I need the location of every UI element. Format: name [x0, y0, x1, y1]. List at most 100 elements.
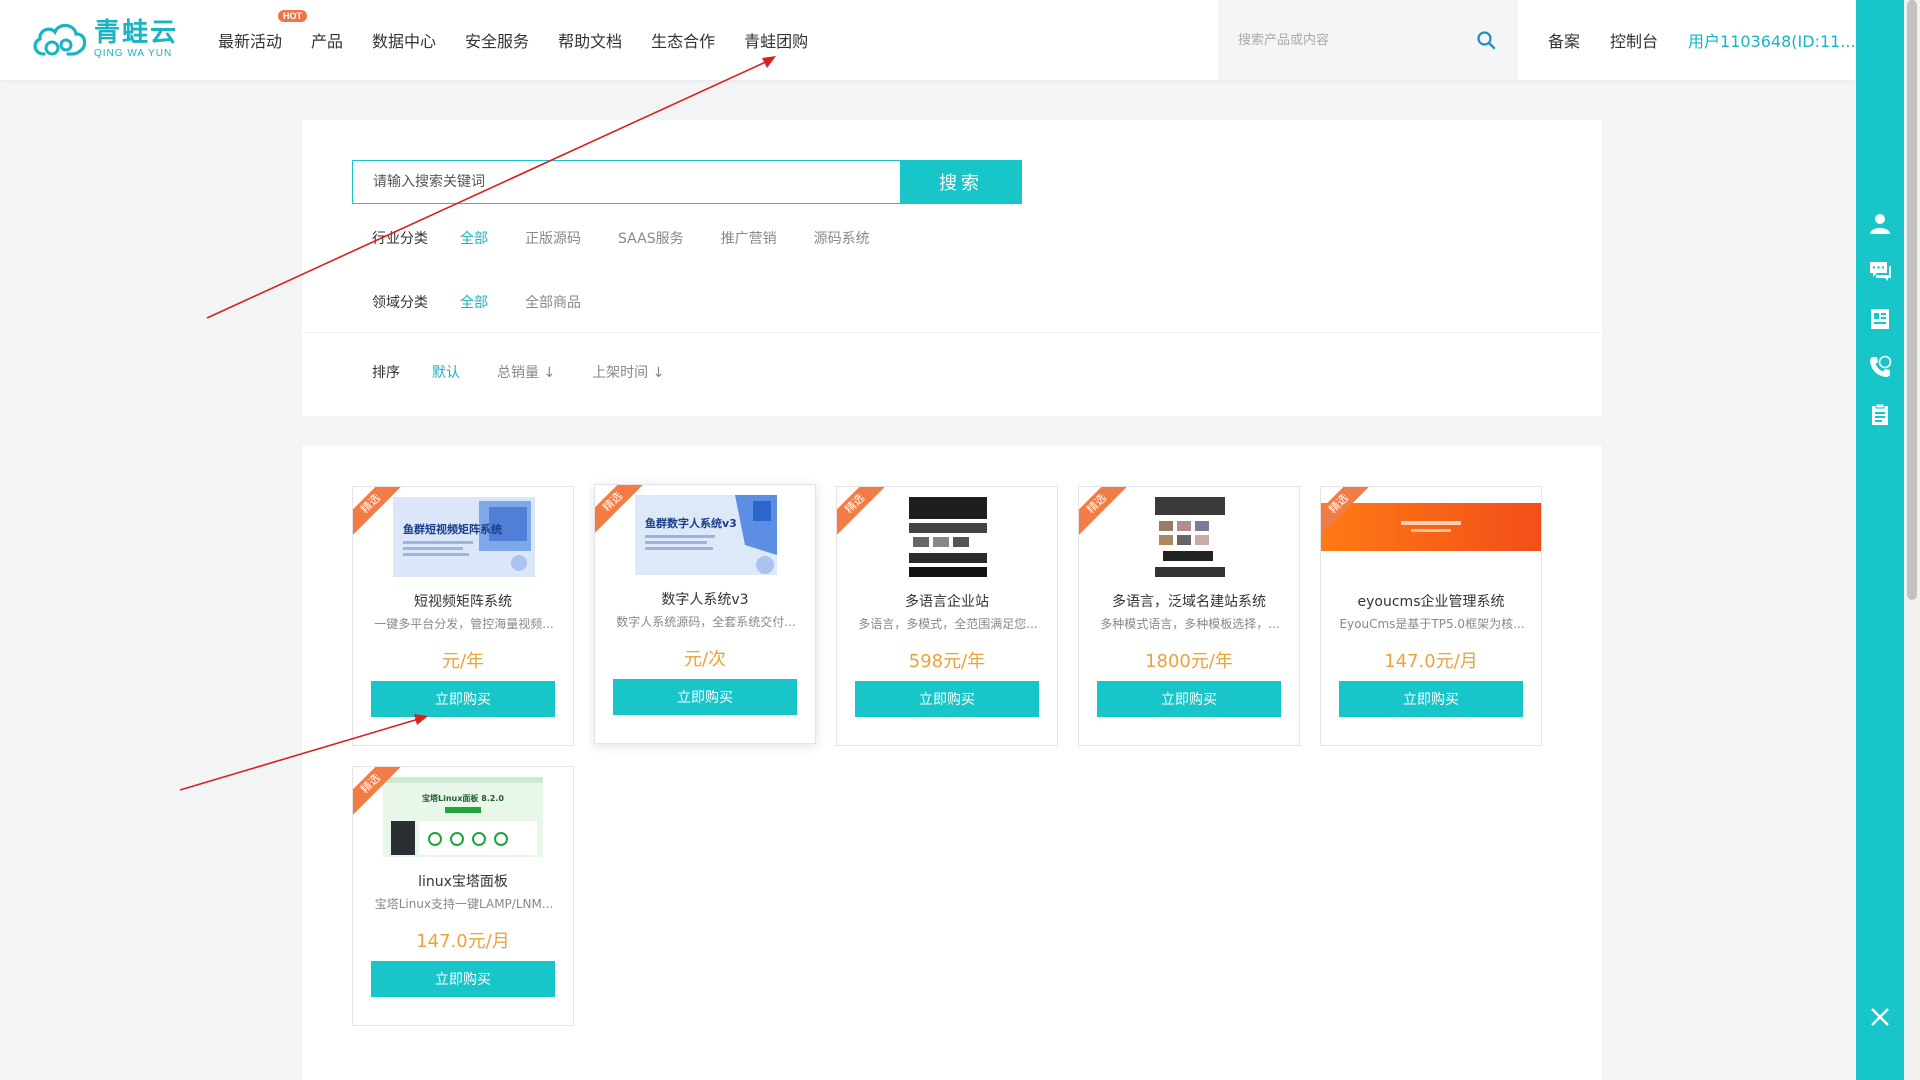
industry-filter-label: 行业分类	[372, 231, 428, 247]
product-title[interactable]: 数字人系统v3	[595, 589, 815, 609]
product-description: 多语言，多模式，全范围满足您...	[858, 617, 1038, 631]
thumbnail-title: 鱼群数字人系统v3	[645, 516, 737, 530]
domain-filter-label: 领域分类	[372, 295, 428, 311]
sort-label: 排序	[372, 365, 400, 381]
cloud-logo-icon	[33, 23, 87, 56]
user-account-link[interactable]: 用户1103648(ID:11...	[1688, 28, 1856, 52]
industry-option-marketing[interactable]: 推广营销	[721, 228, 777, 248]
product-image	[909, 497, 987, 577]
industry-option-saas[interactable]: SAAS服务	[618, 228, 684, 248]
logo-text: 青蛙云	[94, 18, 179, 48]
domain-option-all[interactable]: 全部	[460, 292, 488, 312]
product-thumbnail: 宝塔Linux面板 8.2.0	[383, 777, 543, 857]
close-icon[interactable]	[1868, 1005, 1892, 1029]
product-price: 147.0元/月	[1384, 651, 1478, 672]
top-search-input[interactable]	[1238, 27, 1468, 53]
industry-option-licensed-source[interactable]: 正版源码	[525, 228, 581, 248]
search-icon[interactable]	[1476, 30, 1496, 50]
product-image: 鱼群数字人系统v3	[635, 495, 777, 575]
product-price: 598元/年	[908, 651, 986, 672]
product-image	[1155, 497, 1225, 577]
industry-filter-row: 行业分类 全部 正版源码 SAAS服务 推广营销 源码系统	[372, 228, 907, 248]
nav-latest-activities[interactable]: 最新活动 HOT	[218, 10, 307, 52]
keyword-search-input[interactable]	[353, 161, 900, 203]
sort-option-default[interactable]: 默认	[432, 362, 460, 382]
nav-products[interactable]: 产品	[311, 28, 343, 52]
user-icon[interactable]	[1868, 211, 1892, 235]
product-price: 元/年	[441, 651, 485, 672]
nav-label: 最新活动	[218, 32, 283, 51]
featured-ribbon: 精选	[837, 487, 890, 539]
right-float-sidebar	[1856, 0, 1904, 1080]
thumbnail-title: 宝塔Linux面板 8.2.0	[422, 793, 504, 803]
keyword-search-box	[352, 160, 900, 204]
hot-badge: HOT	[278, 10, 307, 22]
buy-now-button[interactable]: 立即购买	[371, 961, 555, 997]
sort-row: 排序 默认 总销量 ↓ 上架时间 ↓	[372, 362, 701, 382]
product-card[interactable]: 精选 鱼群短视频矩阵系统 短视频矩阵系统 一键多平台分发，管控海量视频... 元…	[352, 486, 574, 746]
top-search-bar	[1218, 0, 1518, 80]
product-thumbnail	[1155, 497, 1225, 577]
buy-now-button[interactable]: 立即购买	[1097, 681, 1281, 717]
featured-ribbon: 精选	[1079, 487, 1132, 539]
product-image: 鱼群短视频矩阵系统	[393, 497, 535, 577]
product-title[interactable]: 多语言企业站	[837, 591, 1057, 611]
product-card[interactable]: 精选 宝塔Linux面板 8.2.0 linux宝塔面板 宝塔Linux支持一键…	[352, 766, 574, 1026]
top-navbar: 青蛙云 QING WA YUN 最新活动 HOT 产品 数据中心 安全服务 帮助…	[0, 0, 1856, 80]
console-link[interactable]: 控制台	[1610, 28, 1658, 52]
document-icon[interactable]	[1868, 307, 1892, 331]
scrollbar-thumb[interactable]	[1907, 0, 1917, 600]
product-thumbnail	[1321, 503, 1541, 551]
industry-option-source-system[interactable]: 源码系统	[814, 228, 870, 248]
buy-now-button[interactable]: 立即购买	[1339, 681, 1523, 717]
product-price: 1800元/年	[1145, 651, 1233, 672]
logo-subtext: QING WA YUN	[94, 48, 173, 59]
nav-group-buy[interactable]: 青蛙团购	[744, 28, 808, 52]
product-title[interactable]: 短视频矩阵系统	[353, 591, 573, 611]
product-thumbnail	[909, 497, 987, 577]
product-card[interactable]: 精选 鱼群数字人系统v3 数字人系统v3 数字人系统源码，全套系统交付... 元…	[594, 484, 816, 744]
industry-option-all[interactable]: 全部	[460, 228, 488, 248]
thumbnail-title: 鱼群短视频矩阵系统	[403, 522, 502, 536]
clipboard-icon[interactable]	[1868, 403, 1892, 427]
product-image: 宝塔Linux面板 8.2.0	[383, 777, 543, 857]
product-price: 147.0元/月	[416, 931, 510, 952]
sort-option-listed-time[interactable]: 上架时间 ↓	[592, 362, 664, 382]
product-list-panel: 精选 鱼群短视频矩阵系统 短视频矩阵系统 一键多平台分发，管控海量视频... 元…	[302, 446, 1602, 1080]
nav-help-docs[interactable]: 帮助文档	[558, 28, 622, 52]
buy-now-button[interactable]: 立即购买	[371, 681, 555, 717]
product-card[interactable]: 精选 eyoucms企业管理系统 EyouCms是基于TP5.0框架为核... …	[1320, 486, 1542, 746]
product-title[interactable]: eyoucms企业管理系统	[1321, 591, 1541, 611]
filter-divider	[302, 332, 1602, 333]
product-card[interactable]: 精选 多语言企业站 多语言，多模式，全范围满足您... 598元/年 立即购买	[836, 486, 1058, 746]
product-title[interactable]: linux宝塔面板	[353, 871, 573, 891]
product-card[interactable]: 精选 多语言，泛域名建站系统 多种模式语言，多种模板选择，... 1800元/年…	[1078, 486, 1300, 746]
product-description: 多种模式语言，多种模板选择，...	[1100, 617, 1280, 631]
nav-data-center[interactable]: 数据中心	[372, 28, 436, 52]
product-description: 宝塔Linux支持一键LAMP/LNM...	[374, 897, 554, 911]
top-links: 备案 控制台 用户1103648(ID:11...	[1548, 0, 1856, 80]
chat-icon[interactable]	[1868, 259, 1892, 283]
product-thumbnail: 鱼群短视频矩阵系统	[393, 497, 535, 577]
phone-24-icon[interactable]	[1868, 355, 1892, 379]
search-button[interactable]: 搜索	[900, 160, 1022, 204]
domain-option-all-products[interactable]: 全部商品	[525, 292, 581, 312]
sort-option-sales[interactable]: 总销量 ↓	[497, 362, 555, 382]
product-thumbnail: 鱼群数字人系统v3	[635, 495, 777, 575]
logo[interactable]: 青蛙云 QING WA YUN	[30, 18, 178, 62]
beian-link[interactable]: 备案	[1548, 28, 1580, 52]
domain-filter-row: 领域分类 全部 全部商品	[372, 292, 618, 312]
main-nav: 最新活动 HOT 产品 数据中心 安全服务 帮助文档 生态合作 青蛙团购	[218, 0, 837, 80]
buy-now-button[interactable]: 立即购买	[613, 679, 797, 715]
nav-ecosystem[interactable]: 生态合作	[651, 28, 715, 52]
product-price: 元/次	[683, 649, 727, 670]
product-description: EyouCms是基于TP5.0框架为核...	[1339, 617, 1525, 631]
filter-panel: 搜索 行业分类 全部 正版源码 SAAS服务 推广营销 源码系统 领域分类 全部…	[302, 120, 1602, 416]
product-description: 数字人系统源码，全套系统交付...	[616, 615, 796, 629]
product-description: 一键多平台分发，管控海量视频...	[374, 617, 554, 631]
page-scrollbar[interactable]	[1904, 0, 1920, 1080]
buy-now-button[interactable]: 立即购买	[855, 681, 1039, 717]
product-title[interactable]: 多语言，泛域名建站系统	[1079, 591, 1299, 611]
product-image	[1321, 503, 1541, 551]
nav-security[interactable]: 安全服务	[465, 28, 529, 52]
